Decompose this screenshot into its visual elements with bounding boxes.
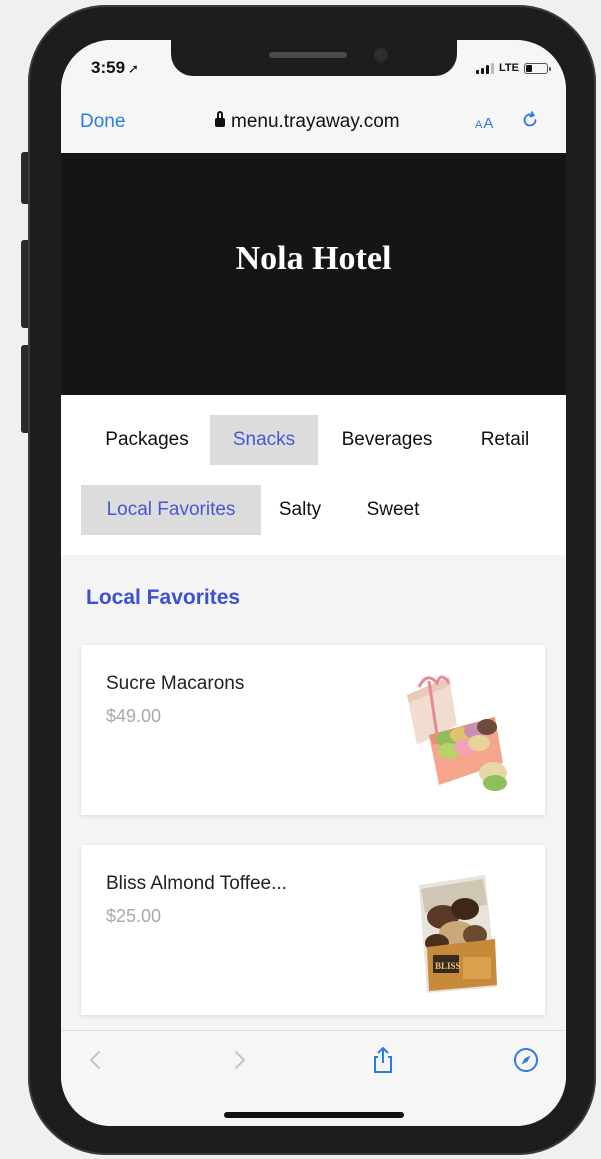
hero-banner: Nola Hotel <box>61 153 566 395</box>
volume-down-button <box>21 345 28 433</box>
silent-switch <box>21 152 28 204</box>
speaker <box>269 52 347 58</box>
product-name: Bliss Almond Toffee... <box>106 873 287 894</box>
status-time-text: 3:59 <box>91 58 126 77</box>
tab-snacks[interactable]: Snacks <box>210 415 318 465</box>
signal-icon <box>476 62 495 74</box>
product-card[interactable]: Bliss Almond Toffee... $25.00 BLISS <box>81 845 545 1015</box>
address-bar[interactable]: menu.trayaway.com <box>215 111 400 133</box>
network-type: LTE <box>499 62 519 74</box>
hotel-title: Nola Hotel <box>235 240 392 277</box>
product-price: $49.00 <box>106 706 162 726</box>
home-indicator <box>224 1112 404 1118</box>
toffee-bag-image: BLISS <box>419 875 497 993</box>
subtab-local-favorites[interactable]: Local Favorites <box>81 485 261 535</box>
svg-text:BLISS: BLISS <box>435 961 461 971</box>
battery-icon <box>524 62 551 74</box>
location-arrow-icon: ➚ <box>128 61 139 76</box>
category-tabs: Packages Snacks Beverages Retail Local F… <box>61 395 566 555</box>
lock-icon <box>215 111 225 128</box>
tab-packages[interactable]: Packages <box>88 415 206 465</box>
phone-screen: 3:59 ➚ LTE Done menu.trayaway.com AA Nola… <box>61 40 566 1126</box>
back-icon[interactable] <box>81 1045 111 1075</box>
tab-beverages[interactable]: Beverages <box>329 415 445 465</box>
subtab-sweet[interactable]: Sweet <box>357 485 429 535</box>
tab-retail[interactable]: Retail <box>465 415 545 465</box>
text-size-large-a: A <box>483 115 495 132</box>
notch <box>171 40 457 76</box>
subtab-salty[interactable]: Salty <box>269 485 331 535</box>
volume-up-button <box>21 240 28 328</box>
done-button[interactable]: Done <box>80 111 125 133</box>
compass-icon[interactable] <box>511 1045 541 1075</box>
status-time: 3:59 ➚ <box>91 58 139 78</box>
front-camera <box>374 48 388 62</box>
text-size-button[interactable]: AA <box>475 115 494 132</box>
product-price: $25.00 <box>106 906 162 926</box>
url-text: menu.trayaway.com <box>231 111 400 132</box>
share-icon[interactable] <box>368 1045 398 1075</box>
section-title: Local Favorites <box>86 586 241 609</box>
menu-content: Local Favorites Sucre Macarons $49.00 Bl… <box>61 555 566 1030</box>
macaron-box-image <box>407 675 507 791</box>
product-card[interactable]: Sucre Macarons $49.00 <box>81 645 545 815</box>
status-indicators: LTE <box>476 62 551 74</box>
reload-icon[interactable] <box>519 109 541 131</box>
forward-icon[interactable] <box>224 1045 254 1075</box>
product-name: Sucre Macarons <box>106 673 245 694</box>
